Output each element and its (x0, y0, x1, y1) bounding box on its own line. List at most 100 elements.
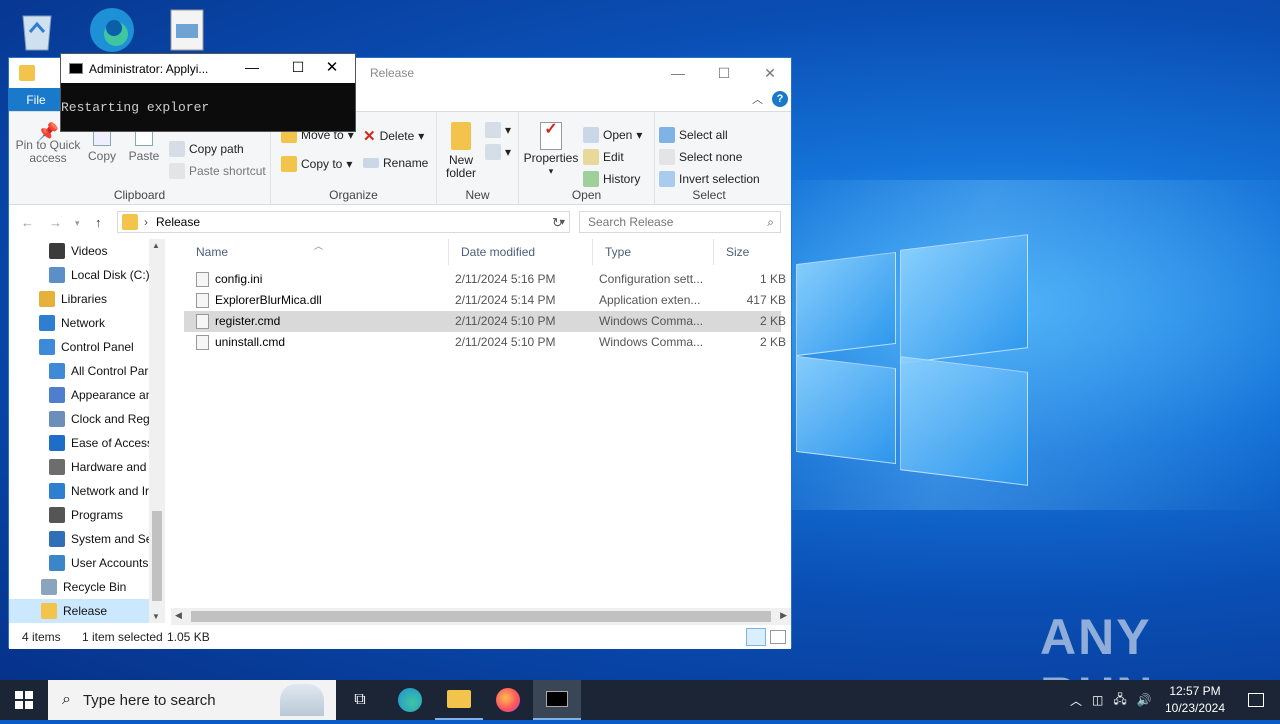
task-view-button[interactable]: ⧉ (336, 680, 384, 720)
address-box[interactable]: › Release ▾ (117, 211, 570, 233)
file-size: 2 KB (759, 314, 786, 328)
system-tray: ︿ ◫ 🖧 🔊 (1070, 680, 1152, 720)
taskbar-search[interactable]: ⌕ Type here to search (48, 680, 336, 720)
maximize-button[interactable]: ☐ (701, 58, 747, 88)
nav-item[interactable]: Ease of Access (9, 431, 149, 455)
selected-size: 1.05 KB (167, 630, 210, 644)
nav-item[interactable]: Network (9, 311, 149, 335)
file-date: 2/11/2024 5:16 PM (455, 272, 556, 286)
volume-icon[interactable]: 🔊 (1137, 693, 1152, 707)
rename-button[interactable]: Rename (363, 156, 428, 170)
details-view-icon[interactable] (746, 628, 766, 646)
nav-item[interactable]: System and Se (9, 527, 149, 551)
firefox-taskbar-button[interactable] (484, 680, 532, 720)
properties-button[interactable]: ✓ Properties ▾ (523, 122, 579, 178)
cmd-icon (69, 63, 83, 74)
nav-item[interactable]: Hardware and (9, 455, 149, 479)
shield-icon (49, 531, 65, 547)
nav-item[interactable]: Libraries (9, 287, 149, 311)
file-row[interactable]: register.cmd 2/11/2024 5:10 PM Windows Com… (184, 311, 786, 332)
clock[interactable]: 12:57 PM 10/23/2024 (1160, 683, 1230, 717)
nav-item[interactable]: All Control Par (9, 359, 149, 383)
nav-item[interactable]: Clock and Regi (9, 407, 149, 431)
disk-icon (49, 267, 65, 283)
clipboard-label: Clipboard (113, 188, 166, 202)
file-type: Windows Comma... (599, 335, 704, 349)
meet-now-icon[interactable]: ◫ (1092, 693, 1103, 707)
breadcrumb: Release (156, 215, 201, 229)
horizontal-scrollbar[interactable]: ◀ ▶ (171, 608, 791, 625)
search-input[interactable]: Search Release ⌕ (579, 211, 781, 233)
tab-file[interactable]: File (9, 88, 63, 111)
minimize-button[interactable]: — (655, 58, 701, 88)
copy-to-button[interactable]: Copy to ▾ (281, 156, 352, 172)
edge-taskbar-button[interactable] (386, 680, 434, 720)
file-row[interactable]: uninstall.cmd 2/11/2024 5:10 PM Windows Co… (184, 332, 786, 353)
invert-selection-button[interactable]: Invert selection (659, 171, 760, 187)
start-button[interactable] (0, 680, 48, 720)
nav-item-label: Videos (71, 244, 108, 258)
paste-shortcut-button[interactable]: Paste shortcut (169, 163, 266, 179)
nav-item[interactable]: Control Panel (9, 335, 149, 359)
close-button[interactable]: ✕ (747, 58, 793, 88)
nav-item[interactable]: Network and Ir (9, 479, 149, 503)
up-icon[interactable]: ↑ (95, 215, 102, 230)
nav-item-label: Release (63, 604, 108, 618)
nav-scrollbar[interactable]: ▲ ▼ (149, 239, 165, 623)
nav-item[interactable]: Appearance an (9, 383, 149, 407)
recycle-bin-desktop-icon[interactable] (15, 8, 59, 52)
delete-button[interactable]: ✕ Delete ▾ (363, 127, 424, 145)
forward-icon[interactable]: → (49, 215, 62, 230)
task-view-icon: ⧉ (354, 691, 366, 708)
new-label: New (465, 188, 490, 202)
notification-button[interactable] (1232, 680, 1280, 720)
copy-path-button[interactable]: Copy path (169, 141, 244, 157)
open-button[interactable]: Open ▾ (583, 127, 642, 143)
nav-item[interactable]: Release (9, 599, 149, 623)
back-icon[interactable]: ← (21, 215, 34, 230)
select-all-button[interactable]: Select all (659, 127, 728, 143)
refresh-icon[interactable]: ↻ (552, 215, 563, 231)
nav-item[interactable]: Programs (9, 503, 149, 527)
column-date[interactable]: Date modified (449, 239, 593, 265)
recycle-bin-icon (41, 579, 57, 595)
column-type[interactable]: Type (593, 239, 714, 265)
open-label: Open (571, 188, 602, 202)
network-icon[interactable]: 🖧 (1113, 690, 1126, 711)
recent-chevron-icon[interactable]: ▾ (75, 218, 80, 229)
new-item-button[interactable]: ▾ (485, 122, 511, 138)
file-row[interactable]: ExplorerBlurMica.dll 2/11/2024 5:14 PM App… (184, 290, 786, 311)
chevron-up-icon[interactable]: ︿ (1070, 692, 1082, 709)
easy-access-button[interactable]: ▾ (485, 144, 511, 160)
edit-button[interactable]: Edit (583, 149, 624, 165)
delete-icon: ✕ (363, 128, 376, 145)
column-size[interactable]: Size (714, 239, 791, 265)
file-explorer-window: Release — ☐ ✕ File ︿ ? 📌 Pin to Quick ac… (8, 57, 793, 649)
explorer-taskbar-button[interactable] (435, 680, 483, 720)
new-folder-button[interactable]: New folder (441, 122, 481, 180)
control-panel-icon (39, 339, 55, 355)
nav-item[interactable]: User Accounts (9, 551, 149, 575)
windows-logo-wallpaper (796, 234, 1028, 486)
nav-item[interactable]: Recycle Bin (9, 575, 149, 599)
edge-desktop-icon[interactable] (88, 6, 134, 52)
history-button[interactable]: History (583, 171, 640, 187)
nav-item[interactable]: Local Disk (C:) (9, 263, 149, 287)
cmd-close-button[interactable]: ✕ (309, 58, 355, 76)
file-row[interactable]: config.ini 2/11/2024 5:16 PM Configuration… (184, 269, 786, 290)
help-icon[interactable]: ? (772, 91, 788, 107)
large-icons-view-icon[interactable] (770, 630, 786, 644)
chevron-up-icon[interactable]: ︿ (752, 91, 763, 107)
rename-icon (363, 158, 379, 168)
nav-item-label: Clock and Regi (71, 412, 149, 426)
cmd-minimize-button[interactable]: — (229, 59, 275, 75)
new-item-icon (485, 122, 501, 138)
paste-shortcut-icon (169, 163, 185, 179)
image-file-desktop-icon[interactable] (168, 8, 212, 52)
column-name[interactable]: Name (184, 239, 449, 265)
nav-item[interactable]: Videos (9, 239, 149, 263)
appearance-icon (49, 387, 65, 403)
nav-item-label: Network (61, 316, 106, 330)
select-none-button[interactable]: Select none (659, 149, 742, 165)
cmd-taskbar-button[interactable] (533, 680, 581, 720)
